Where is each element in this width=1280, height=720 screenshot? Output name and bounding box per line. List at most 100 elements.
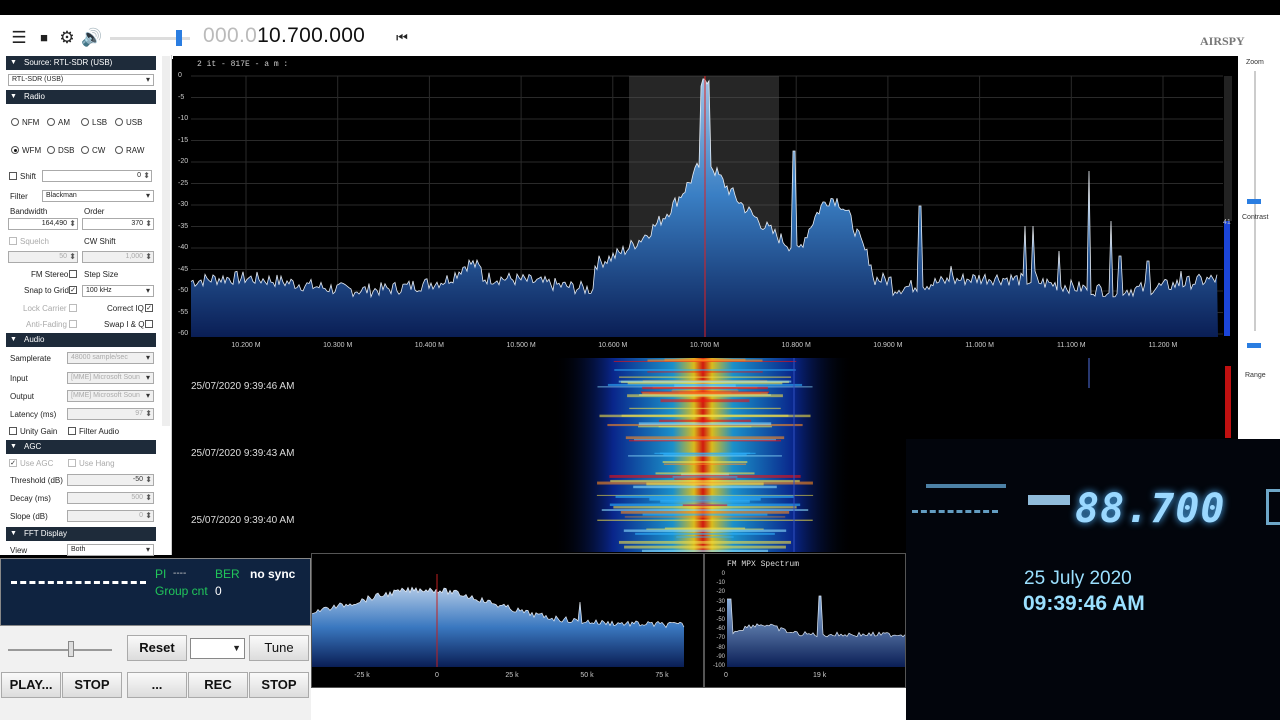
snap-to-grid-checkbox[interactable]: ✓ bbox=[69, 286, 77, 294]
shift-label: Shift bbox=[20, 172, 37, 181]
menu-icon[interactable]: ☰ bbox=[9, 28, 29, 48]
snap-to-grid-label: Snap to Grid bbox=[24, 286, 69, 295]
mode-radio-lsb[interactable] bbox=[81, 118, 89, 126]
left-panel: Source: RTL-SDR (USB) RTL-SDR (USB) Radi… bbox=[0, 55, 172, 556]
step-size-label: Step Size bbox=[84, 270, 119, 279]
squelch-checkbox[interactable] bbox=[9, 237, 17, 245]
level-slider[interactable] bbox=[8, 649, 112, 651]
input-select[interactable]: [MME] Microsoft Soun bbox=[67, 372, 154, 384]
squelch-input[interactable]: 50 bbox=[8, 251, 78, 263]
audio-x-tick: 50 k bbox=[580, 672, 594, 679]
spectrum-y-tick: -40 bbox=[178, 244, 189, 251]
tune-button[interactable]: Tune bbox=[249, 635, 309, 661]
mode-radio-wfm[interactable] bbox=[11, 146, 19, 154]
cw-shift-label: CW Shift bbox=[84, 237, 116, 246]
order-label: Order bbox=[84, 207, 105, 216]
waterfall-stripe bbox=[633, 485, 777, 489]
stop-record-button[interactable]: STOP bbox=[249, 672, 309, 698]
slope-input[interactable]: 0 bbox=[67, 510, 154, 522]
audio-spectrum-panel[interactable]: -25 k 0 25 k 50 k 75 k bbox=[311, 553, 704, 688]
waterfall-stripe bbox=[655, 472, 755, 475]
view-select[interactable]: Both bbox=[67, 544, 154, 556]
waterfall-stripe bbox=[682, 504, 728, 507]
waterfall-timestamp: 25/07/2020 9:39:40 AM bbox=[191, 515, 295, 526]
use-hang-checkbox[interactable] bbox=[68, 459, 76, 467]
source-section-header[interactable]: Source: RTL-SDR (USB) bbox=[6, 56, 156, 70]
waterfall-stripe bbox=[597, 519, 813, 521]
spectrum-y-tick: -25 bbox=[178, 179, 189, 187]
gear-icon[interactable]: ⚙ bbox=[57, 28, 77, 48]
level-slider-thumb[interactable] bbox=[68, 641, 74, 657]
threshold-input[interactable]: -50 bbox=[67, 474, 154, 486]
spectrum-plot[interactable] bbox=[173, 56, 1238, 356]
audio-section-header[interactable]: Audio bbox=[6, 333, 156, 347]
bandwidth-input[interactable]: 164,490 bbox=[8, 218, 78, 230]
mode-radio-nfm[interactable] bbox=[11, 118, 19, 126]
mode-radio-am[interactable] bbox=[47, 118, 55, 126]
step-size-select[interactable]: 100 kHz bbox=[82, 285, 154, 297]
use-hang-label: Use Hang bbox=[79, 459, 115, 468]
speaker-icon[interactable]: 🔊 bbox=[81, 28, 102, 48]
filter-audio-checkbox[interactable] bbox=[68, 427, 76, 435]
reset-button[interactable]: Reset bbox=[127, 635, 187, 661]
cw-shift-input[interactable]: 1,000 bbox=[82, 251, 154, 263]
anti-fading-checkbox[interactable] bbox=[69, 320, 77, 328]
waterfall-stripe bbox=[599, 414, 811, 418]
top-bar bbox=[0, 0, 1280, 15]
left-panel-scrollbar[interactable] bbox=[162, 56, 170, 426]
mpx-plot bbox=[727, 595, 906, 667]
browse-button[interactable]: ... bbox=[127, 672, 187, 698]
waterfall-stripe bbox=[658, 419, 752, 422]
latency-input[interactable]: 97 bbox=[67, 408, 154, 420]
radio-section-header[interactable]: Radio bbox=[6, 90, 156, 104]
use-agc-checkbox[interactable]: ✓ bbox=[9, 459, 17, 467]
waterfall-stripe bbox=[647, 359, 763, 362]
mode-radio-usb[interactable] bbox=[115, 118, 123, 126]
airspy-logo: AIRSPY bbox=[1200, 34, 1245, 48]
signal-strength-bar bbox=[926, 484, 1006, 488]
shift-input[interactable]: 0 bbox=[42, 170, 152, 182]
mpx-spectrum-panel[interactable]: FM MPX Spectrum 0 -10 -20 -30 -40 -50 -60 -70 -8… bbox=[704, 553, 906, 688]
stop-icon[interactable]: ■ bbox=[34, 28, 54, 48]
stop-button[interactable]: STOP bbox=[62, 672, 122, 698]
anti-fading-label: Anti-Fading bbox=[26, 320, 67, 329]
source-select[interactable]: RTL-SDR (USB) bbox=[8, 74, 154, 86]
output-select[interactable]: [MME] Microsoft Soun bbox=[67, 390, 154, 402]
play-button[interactable]: PLAY... bbox=[1, 672, 61, 698]
record-button[interactable]: REC bbox=[188, 672, 248, 698]
waterfall-stripe bbox=[641, 549, 769, 552]
unity-gain-checkbox[interactable] bbox=[9, 427, 17, 435]
fft-section-header[interactable]: FFT Display bbox=[6, 527, 156, 541]
shift-checkbox[interactable] bbox=[9, 172, 17, 180]
spectrum-level-bar bbox=[1224, 221, 1230, 336]
mode-radio-raw[interactable] bbox=[115, 146, 123, 154]
waterfall-stripe bbox=[660, 399, 750, 403]
decay-input[interactable]: 500 bbox=[67, 492, 154, 504]
order-input[interactable]: 370 bbox=[82, 218, 154, 230]
spectrum-y-tick: -30 bbox=[178, 201, 189, 208]
group-cnt-label: Group cnt bbox=[155, 584, 208, 598]
agc-section-header[interactable]: AGC bbox=[6, 440, 156, 454]
mode-radio-dsb[interactable] bbox=[47, 146, 55, 154]
fm-stereo-checkbox[interactable] bbox=[69, 270, 77, 278]
volume-slider-thumb[interactable] bbox=[176, 30, 182, 46]
correct-iq-checkbox[interactable]: ✓ bbox=[145, 304, 153, 312]
bandwidth-label: Bandwidth bbox=[10, 207, 48, 216]
preset-select[interactable]: ▼ bbox=[190, 638, 245, 659]
samplerate-select[interactable]: 48000 sample/sec bbox=[67, 352, 154, 364]
control-panel: Reset ▼ Tune PLAY... STOP ... REC STOP bbox=[0, 626, 311, 720]
tune-step-icon[interactable]: ⏮ bbox=[392, 28, 412, 48]
spectrum-y-tick: -10 bbox=[178, 115, 189, 122]
filter-select[interactable]: Blackman bbox=[42, 190, 154, 202]
display-edge bbox=[1266, 489, 1280, 525]
frequency-display[interactable]: 000.010.700.000 bbox=[203, 24, 365, 48]
spectrum-x-tick: 11.200 M bbox=[1148, 342, 1178, 349]
spectrum-x-tick: 10.600 M bbox=[598, 342, 628, 349]
range-slider-thumb[interactable] bbox=[1247, 343, 1261, 348]
group-cnt-value: 0 bbox=[215, 584, 222, 598]
lock-carrier-checkbox[interactable] bbox=[69, 304, 77, 312]
contrast-slider-thumb[interactable] bbox=[1247, 199, 1261, 204]
mode-radio-cw[interactable] bbox=[81, 146, 89, 154]
mode-label-lsb: LSB bbox=[92, 118, 108, 127]
swap-iq-checkbox[interactable] bbox=[145, 320, 153, 328]
